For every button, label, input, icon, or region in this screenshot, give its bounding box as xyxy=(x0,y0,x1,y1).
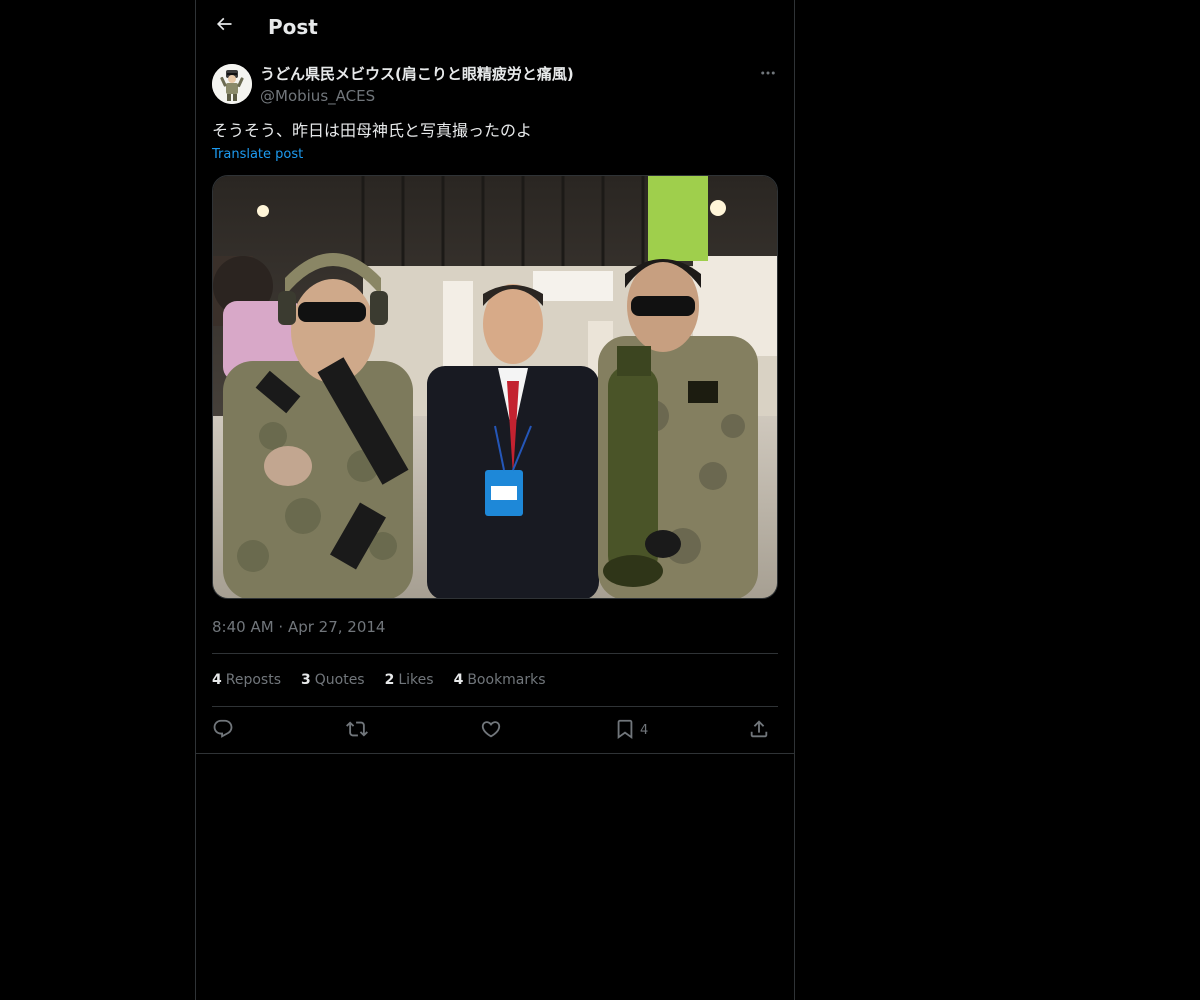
page-title: Post xyxy=(268,15,318,39)
repost-button[interactable] xyxy=(346,717,368,745)
tweet-timestamp[interactable]: 8:40 AM · Apr 27, 2014 xyxy=(212,617,385,637)
avatar[interactable] xyxy=(212,64,252,104)
more-horizontal-icon xyxy=(759,64,777,86)
bookmark-button[interactable]: 4 xyxy=(614,717,648,745)
like-button[interactable] xyxy=(480,717,502,745)
author-handle[interactable]: @Mobius_ACES xyxy=(260,86,375,106)
post-column: Post うどん県民メビウス(肩こりと眼精疲労と痛風) @Mobius_ACES… xyxy=(195,0,795,1000)
quotes-stat[interactable]: 3 Quotes xyxy=(301,670,365,690)
translate-post-link[interactable]: Translate post xyxy=(212,146,303,164)
author-display-name[interactable]: うどん県民メビウス(肩こりと眼精疲労と痛風) xyxy=(260,64,574,84)
share-icon xyxy=(748,718,770,744)
divider xyxy=(212,706,778,707)
likes-stat[interactable]: 2 Likes xyxy=(385,670,434,690)
tweet-photo-image xyxy=(213,176,777,598)
avatar-image xyxy=(212,64,252,104)
page-header: Post xyxy=(196,0,794,53)
heart-icon xyxy=(480,718,502,744)
divider xyxy=(196,753,794,754)
more-options-button[interactable] xyxy=(756,64,780,86)
tweet-photo[interactable] xyxy=(212,175,778,599)
tweet-text: そうそう、昨日は田母神氏と写真撮ったのよ xyxy=(212,121,533,140)
reposts-stat[interactable]: 4 Reposts xyxy=(212,670,281,690)
reply-button[interactable] xyxy=(212,717,234,745)
bookmarks-stat[interactable]: 4 Bookmarks xyxy=(454,670,546,690)
divider xyxy=(212,653,778,654)
engagement-stats: 4 Reposts 3 Quotes 2 Likes 4 Bookmarks xyxy=(212,670,546,690)
bookmark-icon xyxy=(614,718,636,744)
bookmark-count: 4 xyxy=(640,723,649,738)
repost-icon xyxy=(346,718,368,744)
share-button[interactable] xyxy=(748,717,770,745)
arrow-left-icon xyxy=(214,14,234,38)
back-button[interactable] xyxy=(208,10,240,42)
reply-icon xyxy=(212,718,234,744)
tweet-actions-bar: 4 xyxy=(212,717,778,745)
